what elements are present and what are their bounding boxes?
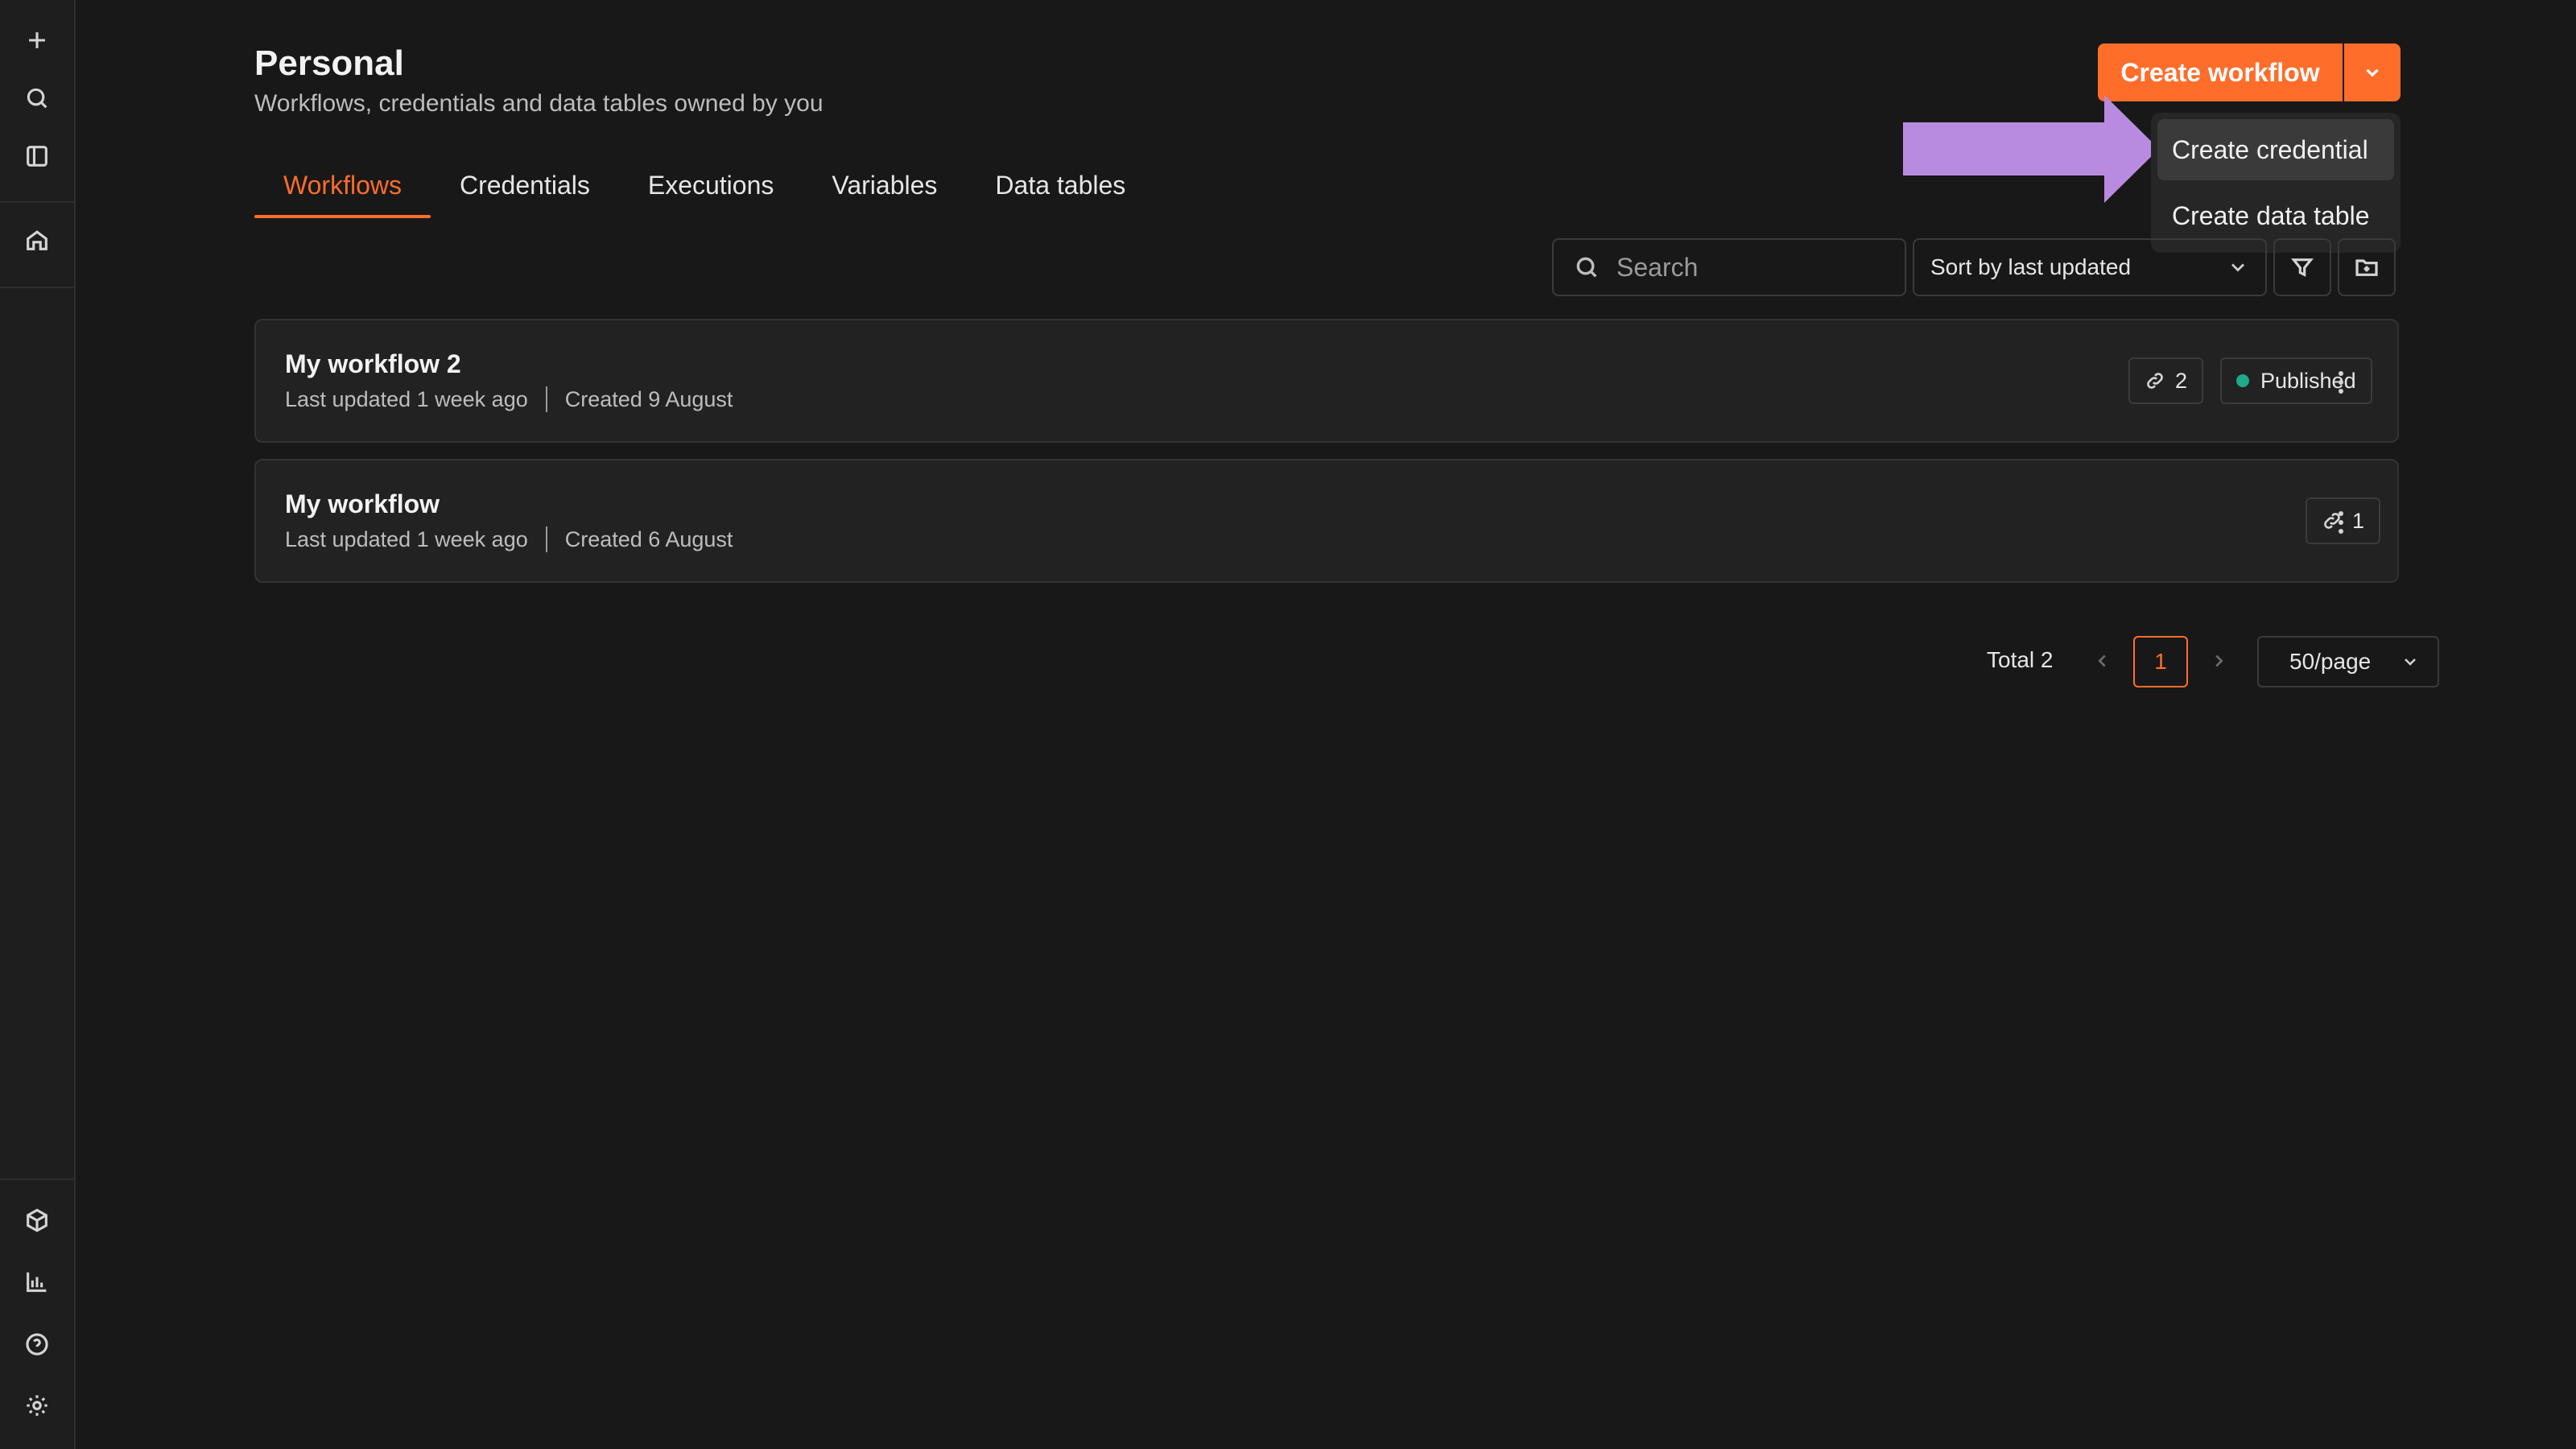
workflow-name: My workflow 2 — [285, 349, 461, 378]
links-count: 2 — [2175, 368, 2188, 393]
panel-icon[interactable] — [16, 135, 58, 177]
created-date: Created 9 August — [564, 386, 733, 411]
folder-plus-icon — [2355, 259, 2378, 276]
filter-button[interactable] — [2273, 238, 2331, 296]
help-icon[interactable] — [16, 1323, 58, 1365]
tab-workflows[interactable]: Workflows — [254, 164, 431, 218]
sort-label: Sort by last updated — [1930, 254, 2132, 279]
created-date: Created 6 August — [564, 526, 733, 551]
page-size-label: 50/page — [2289, 649, 2372, 674]
sidebar-divider — [0, 287, 74, 288]
create-workflow-button[interactable]: Create workflow — [2098, 43, 2343, 101]
last-updated: Last updated 1 week ago — [285, 386, 528, 411]
published-dot — [2236, 374, 2249, 387]
page-size-select[interactable]: 50/page — [2257, 636, 2439, 687]
tab-credentials[interactable]: Credentials — [431, 164, 619, 218]
meta-separator — [545, 526, 547, 552]
annotation-arrow — [1903, 95, 2159, 203]
workflow-meta: Last updated 1 week ago Created 6 August — [285, 526, 733, 552]
new-folder-button[interactable] — [2338, 238, 2396, 296]
tab-executions[interactable]: Executions — [619, 164, 803, 218]
chevron-down-icon — [2366, 68, 2379, 77]
create-data-table-item[interactable]: Create data table — [2157, 185, 2394, 246]
search-icon[interactable] — [16, 77, 58, 119]
chevron-down-icon — [2231, 263, 2244, 272]
tab-variables[interactable]: Variables — [803, 164, 966, 218]
create-credential-item[interactable]: Create credential — [2157, 119, 2394, 180]
more-options-icon[interactable] — [2323, 362, 2359, 402]
link-icon — [2147, 373, 2163, 389]
tab-data-tables[interactable]: Data tables — [966, 164, 1154, 218]
workflow-card[interactable]: My workflow Last updated 1 week ago Crea… — [254, 459, 2399, 583]
sort-select[interactable]: Sort by last updated — [1913, 238, 2267, 296]
chart-icon[interactable] — [16, 1261, 58, 1302]
tab-bar: Workflows Credentials Executions Variabl… — [254, 164, 1154, 218]
pagination-total: Total 2 — [1987, 647, 2054, 672]
more-options-icon[interactable] — [2323, 502, 2359, 543]
sidebar-divider — [0, 1179, 74, 1180]
links-badge: 2 — [2128, 357, 2204, 404]
home-icon[interactable] — [16, 219, 58, 261]
workflow-name: My workflow — [285, 489, 440, 518]
chevron-right-icon — [2215, 654, 2223, 667]
page-title: Personal — [254, 43, 404, 83]
workflow-meta: Last updated 1 week ago Created 9 August — [285, 386, 733, 412]
settings-icon[interactable] — [16, 1385, 58, 1426]
search-icon — [1576, 257, 1597, 278]
sidebar — [0, 0, 76, 1449]
last-updated: Last updated 1 week ago — [285, 526, 528, 551]
main-content: Personal Workflows, credentials and data… — [76, 0, 2576, 1449]
plus-icon[interactable] — [16, 19, 58, 61]
create-dropdown-menu: Create credential Create data table — [2151, 113, 2401, 253]
workflow-card[interactable]: My workflow 2 Last updated 1 week ago Cr… — [254, 319, 2399, 443]
search-field[interactable] — [1552, 238, 1906, 296]
chevron-down-icon — [2405, 658, 2416, 666]
sidebar-divider — [0, 201, 74, 203]
filter-icon — [2291, 258, 2314, 277]
search-input[interactable] — [1616, 252, 1890, 283]
page-subtitle: Workflows, credentials and data tables o… — [254, 90, 824, 117]
chevron-left-icon — [2098, 654, 2106, 667]
pagination-page[interactable]: 1 — [2133, 636, 2188, 687]
create-dropdown-toggle[interactable] — [2344, 43, 2401, 101]
meta-separator — [545, 386, 547, 412]
pagination-next[interactable] — [2202, 641, 2235, 681]
cube-icon[interactable] — [16, 1199, 58, 1241]
pagination-prev[interactable] — [2087, 641, 2119, 681]
